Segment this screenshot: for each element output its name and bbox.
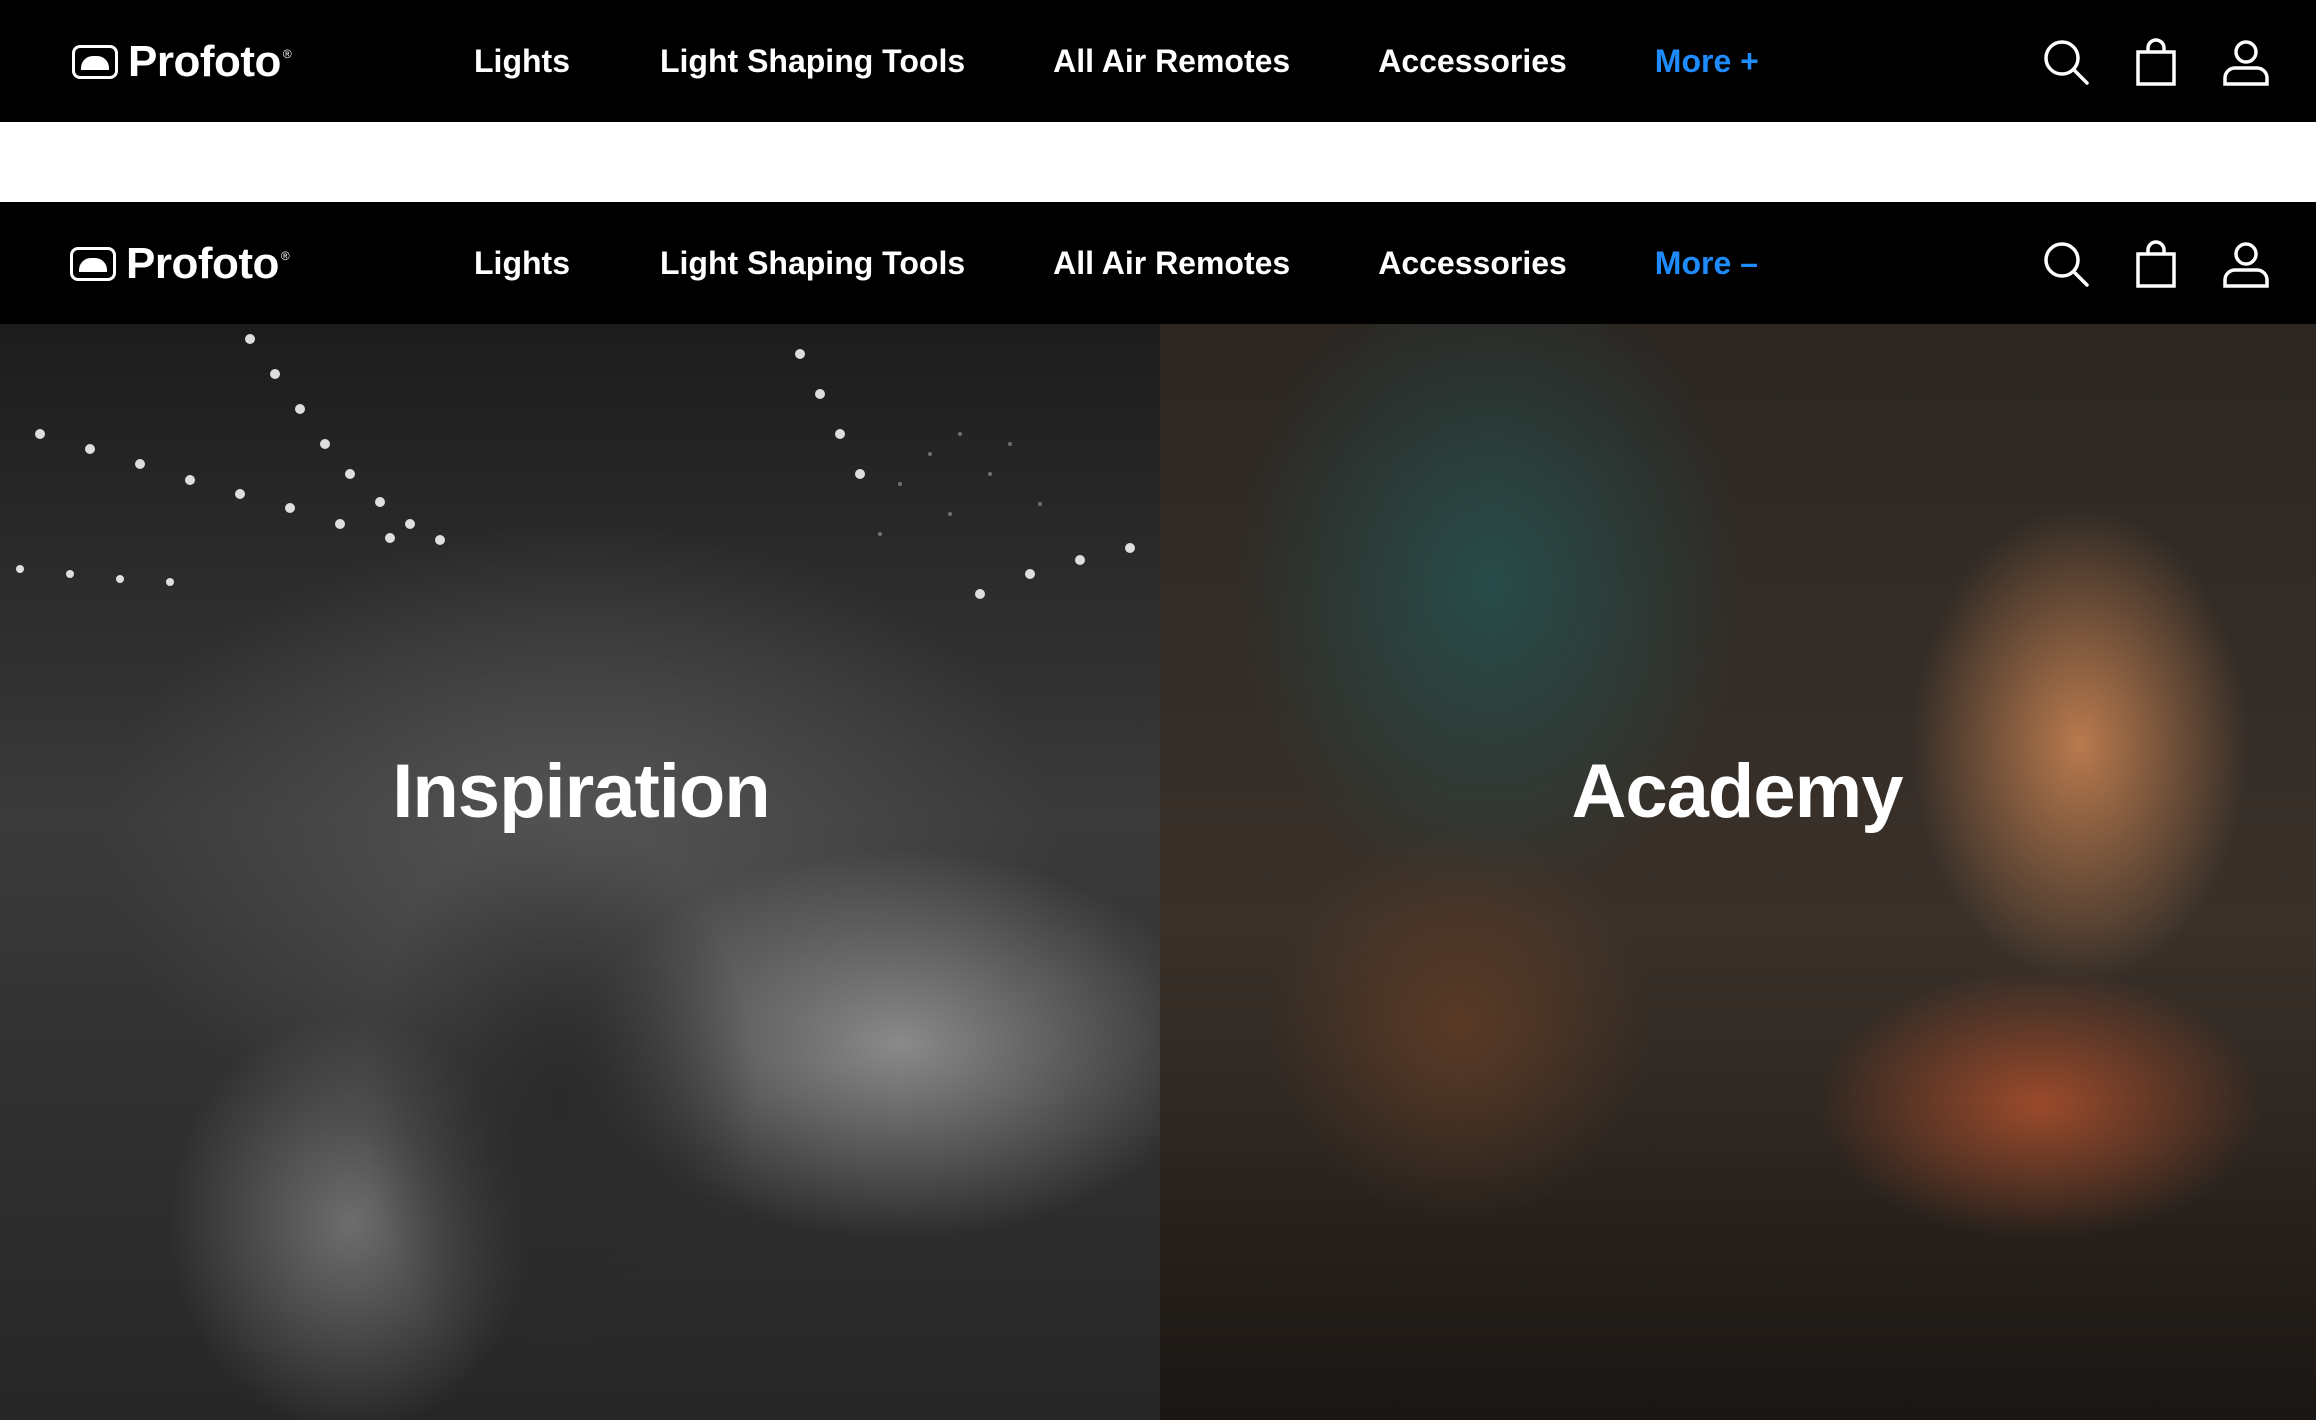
header-collapsed: Profoto ® Lights Light Shaping Tools All… <box>0 0 2316 122</box>
search-icon[interactable] <box>2042 240 2090 288</box>
registered-mark: ® <box>280 249 290 263</box>
nav-item-lights[interactable]: Lights <box>474 43 570 80</box>
header-expanded: Profoto ® Lights Light Shaping Tools All… <box>0 202 2316 324</box>
brand-name: Profoto <box>128 37 281 86</box>
nav-item-all-air-remotes[interactable]: All Air Remotes <box>1053 245 1290 282</box>
mega-menu-panel: Inspiration Academy <box>0 324 2316 1420</box>
section-divider <box>0 122 2316 202</box>
academy-tile[interactable]: Academy <box>1160 324 2316 1420</box>
nav-item-light-shaping-tools[interactable]: Light Shaping Tools <box>660 245 965 282</box>
nav-item-light-shaping-tools[interactable]: Light Shaping Tools <box>660 43 965 80</box>
academy-title: Academy <box>1571 749 1904 834</box>
user-icon[interactable] <box>2222 38 2270 86</box>
profoto-logo-icon <box>72 45 118 79</box>
nav-item-lights[interactable]: Lights <box>474 245 570 282</box>
user-icon[interactable] <box>2222 240 2270 288</box>
profoto-logo[interactable]: Profoto ® <box>72 40 292 84</box>
profoto-logo[interactable]: Profoto ® <box>70 242 290 286</box>
search-icon[interactable] <box>2042 38 2090 86</box>
brand-name: Profoto <box>126 239 279 288</box>
shopping-bag-icon[interactable] <box>2132 38 2180 86</box>
nav-item-all-air-remotes[interactable]: All Air Remotes <box>1053 43 1290 80</box>
main-nav: Lights Light Shaping Tools All Air Remot… <box>474 0 1759 122</box>
string-lights-decoration <box>16 334 1135 599</box>
nav-item-more-toggle[interactable]: More – <box>1655 245 1758 282</box>
registered-mark: ® <box>282 47 292 61</box>
nav-item-accessories[interactable]: Accessories <box>1378 43 1567 80</box>
inspiration-tile[interactable]: Inspiration <box>0 324 1160 1420</box>
nav-item-accessories[interactable]: Accessories <box>1378 245 1567 282</box>
profoto-logo-icon <box>70 247 116 281</box>
shopping-bag-icon[interactable] <box>2132 240 2180 288</box>
header-actions <box>2016 0 2316 122</box>
main-nav: Lights Light Shaping Tools All Air Remot… <box>474 202 1758 324</box>
header-actions <box>2016 202 2316 324</box>
nav-item-more-toggle[interactable]: More + <box>1655 43 1759 80</box>
inspiration-title: Inspiration <box>392 749 770 834</box>
